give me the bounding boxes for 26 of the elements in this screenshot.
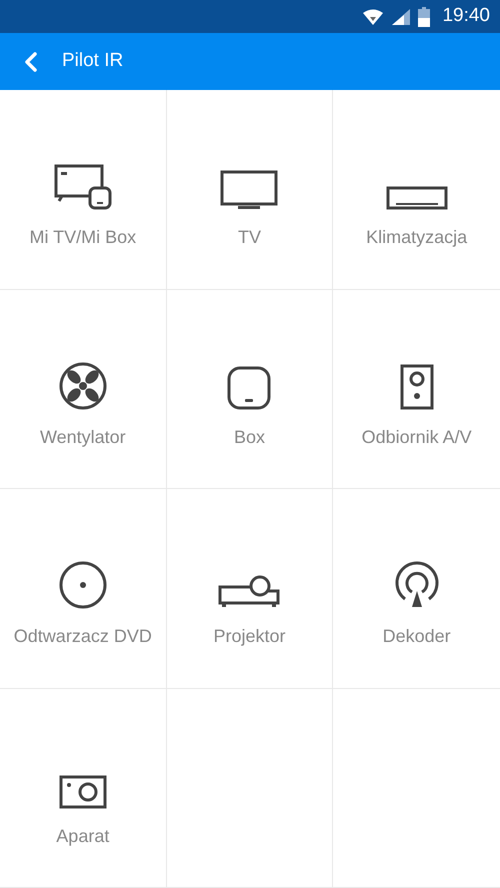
wifi-icon (362, 8, 384, 24)
tv-box-icon (54, 164, 112, 210)
screen-title: Pilot IR (62, 49, 124, 74)
back-icon (24, 52, 38, 72)
status-time: 19:40 (442, 4, 490, 28)
device-tile[interactable]: Odbiornik A/V (333, 290, 500, 489)
device-tile[interactable]: Projektor (166, 489, 334, 688)
set-top-box-icon (227, 366, 272, 410)
battery-icon (418, 6, 430, 26)
device-tile[interactable]: TV (166, 90, 334, 290)
device-tile[interactable]: Box (166, 290, 334, 489)
projector-icon (218, 575, 280, 609)
device-tile[interactable]: Mi TV/Mi Box (0, 90, 167, 290)
device-tile[interactable]: Klimatyzacja (333, 90, 500, 290)
broadcast-icon (392, 561, 441, 609)
air-conditioner-icon (386, 186, 448, 210)
disc-icon (58, 561, 107, 609)
device-tile[interactable]: Wentylator (0, 290, 167, 489)
device-tile[interactable]: Aparat (0, 688, 167, 888)
signal-icon (392, 8, 410, 24)
tv-icon (220, 170, 278, 210)
fan-icon (58, 362, 107, 410)
camera-icon (58, 774, 107, 808)
device-tile[interactable]: Dekoder (333, 489, 500, 688)
speaker-icon (400, 364, 434, 410)
device-tile[interactable]: Odtwarzacz DVD (0, 489, 167, 688)
